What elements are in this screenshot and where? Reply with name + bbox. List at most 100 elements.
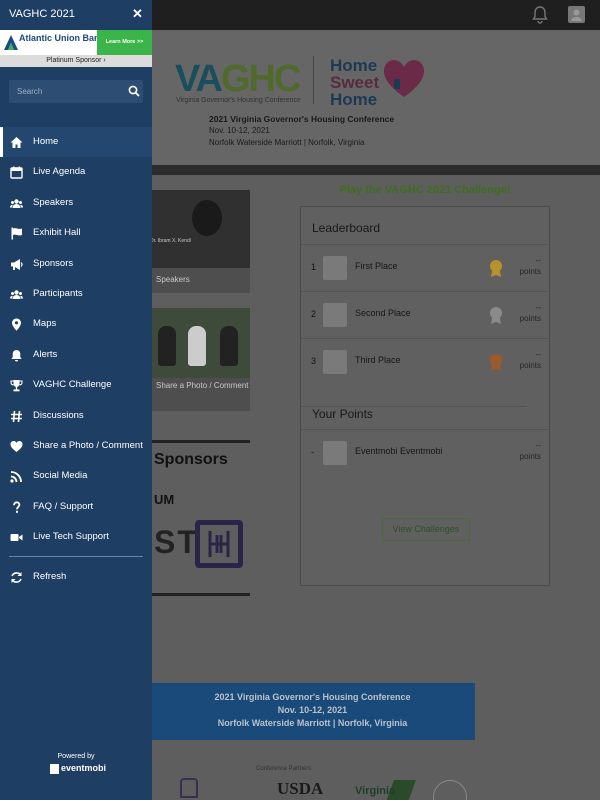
virginia-logo[interactable]: Virginia: [355, 785, 395, 797]
home-icon: [10, 137, 23, 148]
conference-info: 2021 Virginia Governor's Housing Confere…: [209, 114, 395, 147]
sponsor-ad-banner[interactable]: Atlantic Union Bank Learn More >>: [0, 30, 152, 55]
drawer-header: VAGHC 2021 ✕: [0, 0, 152, 30]
sponsor-logo-mark[interactable]: [195, 520, 243, 568]
player-name: Eventmobi Eventmobi: [355, 446, 443, 456]
challenge-title[interactable]: Play the VAGHC 2021 Challenge!: [300, 184, 550, 196]
map-pin-icon: [12, 318, 21, 332]
bronze-medal-icon: [490, 354, 502, 371]
points: -- points: [519, 441, 541, 461]
sponsor-ad-name: Atlantic Union Bank: [19, 33, 105, 43]
menu-item-sponsors[interactable]: Sponsors: [0, 249, 152, 279]
conference-footer: 2021 Virginia Governor's Housing Confere…: [150, 683, 475, 740]
rank: 3: [311, 356, 317, 366]
refresh-icon: [11, 572, 22, 584]
sponsors-title: Sponsors: [154, 451, 228, 468]
avatar: [323, 441, 347, 465]
sponsor-logo-text[interactable]: ST: [154, 524, 199, 561]
vaghc-logo: VAGHC: [175, 58, 301, 100]
speakers-tile-label: Speakers: [156, 275, 190, 284]
side-drawer: VAGHC 2021 ✕ Atlantic Union Bank Learn M…: [0, 0, 152, 800]
silver-medal-icon: [490, 307, 502, 324]
drawer-menu: Home Live Agenda Speakers Exhibit Hall S…: [0, 127, 152, 593]
people-icon: [10, 199, 23, 208]
leaderboard-title: Leaderboard: [312, 221, 381, 235]
close-icon[interactable]: ✕: [132, 6, 143, 22]
leaderboard-row[interactable]: 3 Third Place -- points: [301, 338, 549, 385]
leaderboard-row[interactable]: 1 First Place -- points: [301, 244, 549, 291]
partner-seal[interactable]: [433, 780, 467, 800]
sponsors-section: Sponsors UM ST: [150, 440, 250, 596]
eventmobi-icon: [50, 764, 59, 774]
vaghc-logo-subtitle: Virginia Governor's Housing Conference: [176, 97, 301, 104]
partners-label: Conference Partners: [256, 766, 312, 772]
heart-house-icon: [384, 60, 424, 97]
menu-divider: [9, 556, 143, 558]
menu-item-social-media[interactable]: Social Media: [0, 461, 152, 491]
home-sweet-home-logo: Home Sweet Home: [330, 56, 380, 109]
rank: 2: [311, 309, 317, 319]
rank: -: [311, 447, 314, 457]
avatar: [323, 303, 347, 327]
share-photo-tile[interactable]: Share a Photo / Comment: [150, 308, 250, 411]
sponsors-tier-label: UM: [154, 492, 175, 507]
megaphone-icon: [11, 258, 23, 270]
trophy-icon: [10, 380, 23, 392]
user-avatar-icon[interactable]: [568, 6, 585, 23]
menu-item-discussions[interactable]: Discussions: [0, 401, 152, 431]
video-icon: [10, 534, 23, 542]
menu-item-faq-support[interactable]: FAQ / Support: [0, 492, 152, 522]
speaker-caption: Dr. Ibram X. Kendi: [150, 238, 191, 244]
your-points-row[interactable]: - Eventmobi Eventmobi -- points: [301, 429, 549, 476]
usda-logo[interactable]: USDA: [277, 779, 323, 799]
speaker-photo: [150, 190, 250, 268]
player-name: First Place: [355, 261, 398, 271]
menu-item-participants[interactable]: Participants: [0, 279, 152, 309]
powered-by-label: Powered by: [57, 753, 95, 760]
eventmobi-logo[interactable]: eventmobi: [50, 763, 110, 775]
points: -- points: [519, 303, 541, 323]
atlantic-union-bank-logo: [4, 35, 18, 50]
menu-item-maps[interactable]: Maps: [0, 309, 152, 339]
logo-divider: [313, 56, 314, 104]
partner-logo[interactable]: [180, 778, 198, 798]
search-bar: [9, 80, 143, 103]
search-input[interactable]: [9, 80, 119, 103]
avatar: [323, 350, 347, 374]
menu-item-share-photo[interactable]: Share a Photo / Comment: [0, 431, 152, 461]
menu-item-home[interactable]: Home: [0, 127, 152, 158]
drawer-title: VAGHC 2021: [9, 8, 75, 20]
people-icon: [10, 290, 23, 299]
avatar: [323, 256, 347, 280]
hashtag-icon: [11, 410, 22, 422]
heart-icon: [10, 440, 23, 452]
share-photo-tile-label: Share a Photo / Comment: [156, 381, 249, 390]
menu-item-alerts[interactable]: Alerts: [0, 340, 152, 370]
platinum-sponsor-link[interactable]: Platinum Sponsor ›: [0, 55, 152, 67]
question-icon: [13, 501, 21, 513]
learn-more-button[interactable]: Learn More >>: [97, 30, 152, 55]
points: -- points: [519, 256, 541, 276]
view-challenges-button[interactable]: View Challenges: [382, 518, 470, 541]
bell-icon[interactable]: [532, 6, 548, 24]
player-name: Third Place: [355, 355, 401, 365]
menu-item-refresh[interactable]: Refresh: [0, 562, 152, 592]
leaderboard-row[interactable]: 2 Second Place -- points: [301, 291, 549, 338]
gold-medal-icon: [490, 260, 502, 277]
leaderboard-card: Leaderboard 1 First Place -- points 2 Sec…: [300, 206, 550, 586]
player-name: Second Place: [355, 308, 411, 318]
menu-item-live-agenda[interactable]: Live Agenda: [0, 157, 152, 187]
flag-icon: [11, 227, 22, 240]
menu-item-live-tech-support[interactable]: Live Tech Support: [0, 522, 152, 552]
your-points-title: Your Points: [301, 406, 527, 421]
search-icon[interactable]: [128, 85, 140, 97]
points: -- points: [519, 350, 541, 370]
bell-icon: [11, 349, 22, 362]
rank: 1: [311, 262, 317, 272]
menu-item-vaghc-challenge[interactable]: VAGHC Challenge: [0, 370, 152, 400]
rss-icon: [10, 471, 22, 483]
speakers-tile[interactable]: Dr. Ibram X. Kendi Speakers: [150, 190, 250, 293]
calendar-icon: [10, 166, 23, 180]
menu-item-speakers[interactable]: Speakers: [0, 188, 152, 218]
menu-item-exhibit-hall[interactable]: Exhibit Hall: [0, 218, 152, 248]
